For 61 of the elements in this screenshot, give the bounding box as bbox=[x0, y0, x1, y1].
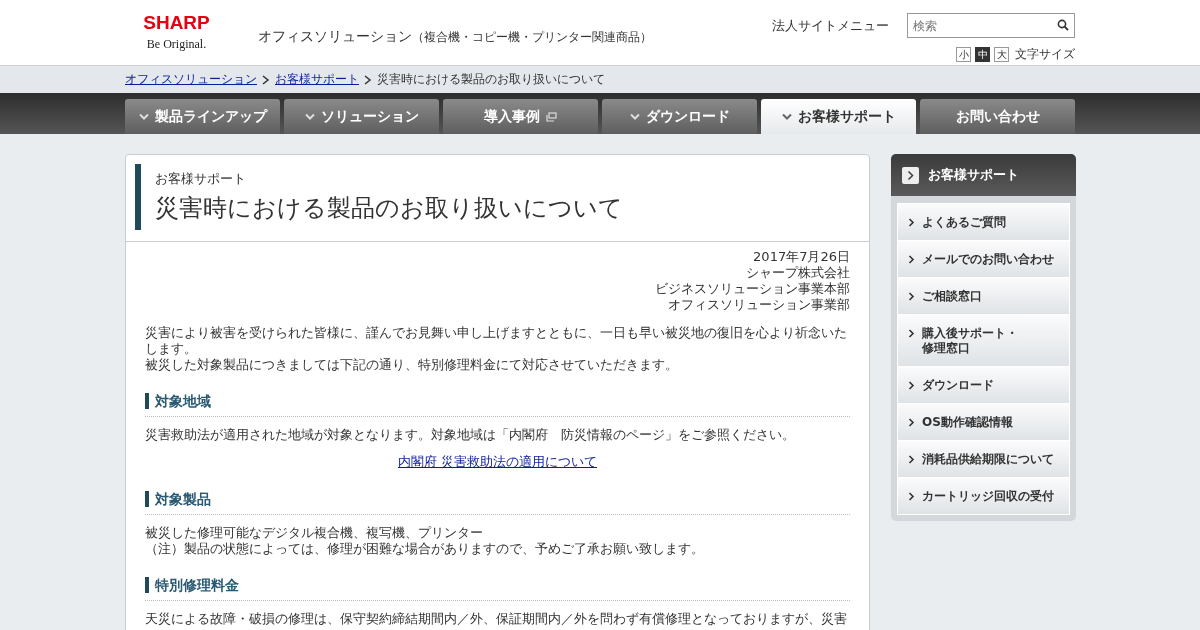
chevron-down-icon bbox=[629, 112, 640, 121]
section-heading: 対象製品 bbox=[145, 491, 211, 507]
sidebar-item[interactable]: 購入後サポート・ 修理窓口 bbox=[898, 315, 1069, 366]
chevron-down-icon bbox=[138, 112, 149, 121]
nav-tab[interactable]: ソリューション bbox=[284, 99, 439, 134]
article-title: 災害時における製品のお取り扱いについて bbox=[155, 193, 624, 224]
chevron-icon bbox=[908, 255, 915, 264]
chevron-icon bbox=[908, 492, 915, 501]
external-link[interactable]: 内閣府 災害救助法の適用について bbox=[397, 454, 598, 469]
sidebar-item[interactable]: OS動作確認情報 bbox=[898, 404, 1069, 440]
sidebar-item[interactable]: ダウンロード bbox=[898, 367, 1069, 403]
chevron-icon bbox=[902, 166, 919, 184]
search-icon[interactable] bbox=[1057, 19, 1069, 31]
chevron-icon bbox=[908, 455, 915, 464]
chevron-icon bbox=[364, 74, 372, 85]
section-text: 被災した修理可能なデジタル複合機、複写機、プリンター bbox=[145, 525, 484, 541]
sidebar-item[interactable]: カートリッジ回収の受付 bbox=[898, 478, 1069, 514]
chevron-icon bbox=[908, 381, 915, 390]
font-size-label: 文字サイズ bbox=[1015, 46, 1075, 63]
section-text: 天災による故障・破損の修理は、保守契約締結期間内／外、保証期間内／外を問わず有償修理となっておりますが、災害 bbox=[145, 611, 848, 627]
signature-line: オフィスソリューション事業部 bbox=[667, 297, 850, 313]
section-heading: 対象地域 bbox=[145, 393, 211, 409]
search-field[interactable]: 検索 bbox=[907, 13, 1075, 38]
breadcrumb-link[interactable]: お客様サポート bbox=[275, 71, 359, 88]
sidebar-item[interactable]: よくあるご質問 bbox=[898, 204, 1069, 240]
tagline: Be Original. bbox=[146, 37, 207, 52]
chevron-icon bbox=[908, 292, 915, 301]
section-heading: 特別修理料金 bbox=[145, 577, 239, 593]
sidebar-title: お客様サポート bbox=[928, 166, 1019, 184]
signature-line: シャープ株式会社 bbox=[745, 265, 850, 281]
nav-tab[interactable]: お客様サポート bbox=[761, 99, 916, 134]
chevron-icon bbox=[908, 218, 915, 227]
article-category: お客様サポート bbox=[155, 170, 247, 188]
intro-paragraph: 被災した対象製品につきましては下記の通り、特別修理料金にて対応させていただきます。 bbox=[145, 357, 679, 373]
corporate-menu-link[interactable]: 法人サイトメニュー bbox=[772, 16, 889, 35]
sidebar-item[interactable]: ご相談窓口 bbox=[898, 278, 1069, 314]
chevron-down-icon bbox=[781, 112, 792, 121]
section-text: 災害救助法が適用された地域が対象となります。対象地域は「内閣府 防災情報のページ」をご参照ください。 bbox=[145, 427, 796, 443]
chevron-icon bbox=[908, 418, 915, 427]
nav-tab[interactable]: お問い合わせ bbox=[920, 99, 1075, 134]
sidebar-item[interactable]: メールでのお問い合わせ bbox=[898, 241, 1069, 277]
chevron-icon bbox=[262, 74, 270, 85]
breadcrumb-link[interactable]: オフィスソリューション bbox=[125, 71, 257, 88]
signature-line: ビジネスソリューション事業本部 bbox=[654, 281, 850, 297]
signature-line: 2017年7月26日 bbox=[752, 249, 850, 265]
breadcrumb-current: 災害時における製品のお取り扱いについて bbox=[377, 71, 605, 88]
nav-tab[interactable]: 導入事例 bbox=[443, 99, 598, 134]
intro-paragraph: 災害により被害を受けられた皆様に、謹んでお見舞い申し上げますとともに、一日も早い被災地の復旧を心より祈念いたします。 bbox=[145, 325, 848, 357]
site-title: オフィスソリューション bbox=[258, 28, 412, 44]
external-window-icon bbox=[546, 111, 557, 122]
sidebar-item[interactable]: 消耗品供給期限について bbox=[898, 441, 1069, 477]
section-text: （注）製品の状態によっては、修理が困難な場合がありますので、予めご了承お願い致します。 bbox=[145, 541, 705, 557]
font-size-button[interactable]: 小 bbox=[956, 47, 971, 62]
site-subtitle: （複合機・コピー機・プリンター関連商品） bbox=[412, 30, 652, 44]
nav-tab[interactable]: ダウンロード bbox=[602, 99, 757, 134]
logo[interactable]: SHARP bbox=[143, 14, 210, 32]
nav-tab[interactable]: 製品ラインアップ bbox=[125, 99, 280, 134]
font-size-button[interactable]: 大 bbox=[994, 47, 1009, 62]
chevron-down-icon bbox=[304, 112, 315, 121]
chevron-icon bbox=[908, 329, 915, 338]
font-size-button[interactable]: 中 bbox=[975, 47, 990, 62]
